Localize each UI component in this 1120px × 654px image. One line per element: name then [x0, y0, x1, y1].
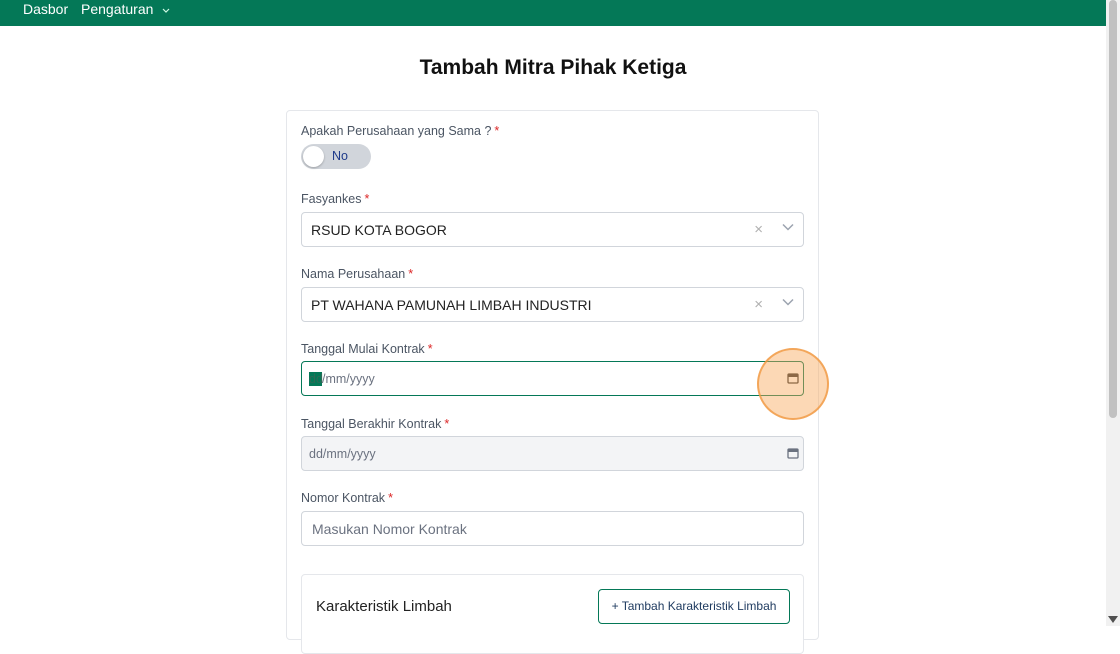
start-date-label: Tanggal Mulai Kontrak *	[301, 342, 433, 356]
start-date-text: dd/mm/yyyy	[309, 372, 375, 386]
end-date-input[interactable]: dd/mm/yyyy	[301, 436, 804, 471]
day-segment[interactable]: dd	[309, 372, 323, 386]
company-name-label: Nama Perusahaan *	[301, 267, 413, 281]
company-name-select[interactable]: PT WAHANA PAMUNAH LIMBAH INDUSTRI ×	[301, 287, 804, 322]
fasyankes-value: RSUD KOTA BOGOR	[311, 222, 447, 238]
date-rest: /mm/yyyy	[322, 372, 375, 386]
required-marker: *	[494, 124, 500, 138]
start-date-label-text: Tanggal Mulai Kontrak	[301, 342, 425, 356]
same-company-label-text: Apakah Perusahaan yang Sama ?	[301, 124, 492, 138]
clear-icon[interactable]: ×	[754, 221, 763, 238]
end-date-placeholder: dd/mm/yyyy	[309, 447, 376, 461]
top-navbar: Dasbor Pengaturan	[0, 0, 1106, 26]
clear-icon[interactable]: ×	[754, 296, 763, 313]
nav-pengaturan-label: Pengaturan	[81, 1, 154, 17]
fasyankes-label: Fasyankes *	[301, 192, 369, 206]
add-waste-characteristic-button[interactable]: + Tambah Karakteristik Limbah	[598, 589, 790, 624]
required-marker: *	[427, 342, 433, 356]
contract-number-input[interactable]	[301, 511, 804, 546]
company-name-label-text: Nama Perusahaan	[301, 267, 406, 281]
vertical-scrollbar[interactable]	[1106, 0, 1120, 626]
contract-number-label-text: Nomor Kontrak	[301, 491, 386, 505]
end-date-label: Tanggal Berakhir Kontrak *	[301, 417, 449, 431]
page-title: Tambah Mitra Pihak Ketiga	[419, 56, 687, 79]
chevron-down-icon	[162, 8, 170, 13]
required-marker: *	[364, 192, 370, 206]
company-name-value: PT WAHANA PAMUNAH LIMBAH INDUSTRI	[311, 297, 592, 313]
required-marker: *	[408, 267, 414, 281]
required-marker: *	[388, 491, 393, 505]
chevron-down-icon[interactable]	[782, 298, 794, 306]
waste-section-title: Karakteristik Limbah	[316, 598, 452, 615]
toggle-text: No	[332, 149, 348, 163]
scroll-down-arrow-icon[interactable]	[1108, 616, 1118, 623]
fasyankes-select[interactable]: RSUD KOTA BOGOR ×	[301, 212, 804, 247]
waste-characteristics-card: Karakteristik Limbah + Tambah Karakteris…	[301, 574, 804, 654]
calendar-icon[interactable]	[787, 372, 799, 384]
contract-number-label: Nomor Kontrak *	[301, 491, 393, 505]
fasyankes-label-text: Fasyankes	[301, 192, 362, 206]
toggle-knob	[303, 146, 324, 167]
nav-pengaturan[interactable]: Pengaturan	[81, 0, 170, 18]
nav-dasbor[interactable]: Dasbor	[23, 0, 68, 18]
chevron-down-icon[interactable]	[782, 223, 794, 231]
calendar-icon[interactable]	[787, 447, 799, 459]
scrollbar-thumb[interactable]	[1109, 0, 1117, 418]
same-company-toggle[interactable]: No	[301, 144, 371, 169]
start-date-input[interactable]: dd/mm/yyyy	[301, 361, 804, 396]
required-marker: *	[444, 417, 450, 431]
same-company-label: Apakah Perusahaan yang Sama ? *	[301, 124, 499, 138]
end-date-label-text: Tanggal Berakhir Kontrak	[301, 417, 442, 431]
form-card: Apakah Perusahaan yang Sama ? * No Fasyan…	[286, 110, 819, 654]
